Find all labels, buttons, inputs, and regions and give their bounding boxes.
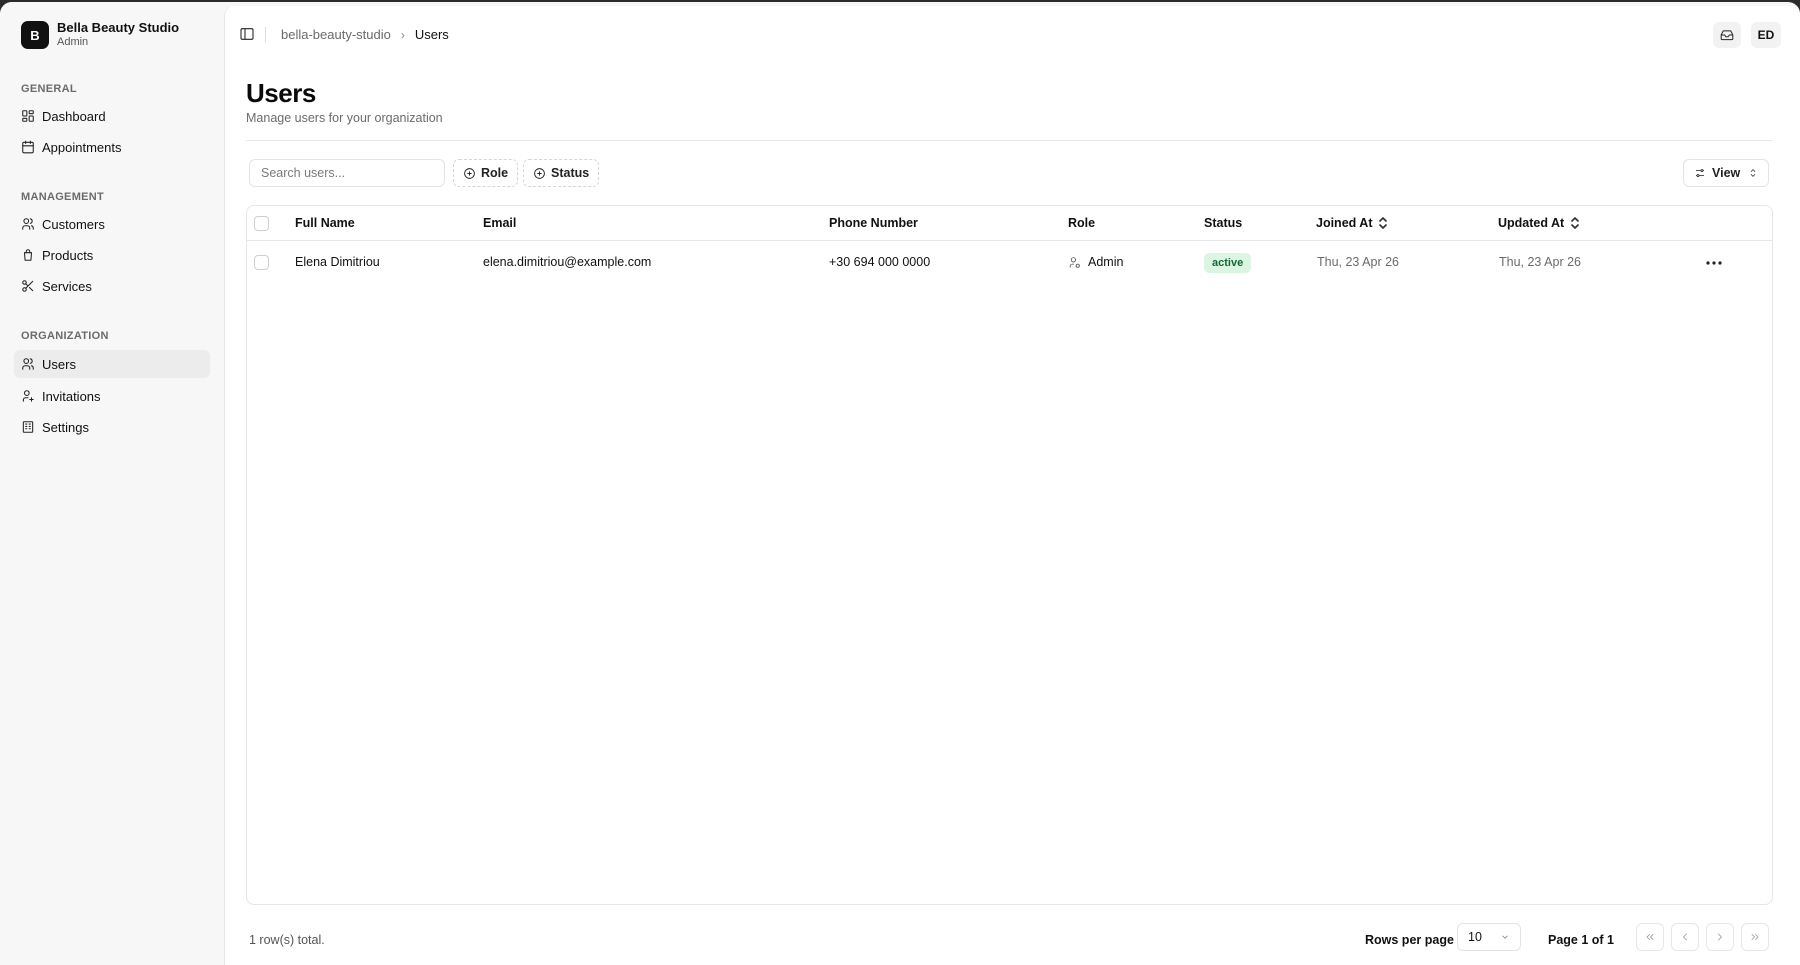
cell-email: elena.dimitriou@example.com	[483, 255, 652, 269]
table-header: Full Name Email Phone Number Role Status…	[247, 206, 1772, 241]
chevron-left-icon	[1683, 933, 1687, 941]
user-cog-icon	[1069, 256, 1080, 268]
inbox-button[interactable]	[1713, 22, 1741, 48]
sidebar-item-label: Customers	[42, 216, 105, 232]
breadcrumb-org-link[interactable]: bella-beauty-studio	[281, 27, 391, 42]
next-page-button[interactable]	[1706, 923, 1734, 951]
search-input[interactable]	[249, 159, 445, 187]
chevron-right-icon	[1718, 933, 1722, 941]
main-panel: bella-beauty-studio › Users ED Users Man…	[224, 6, 1800, 965]
cell-updated-at: Thu, 23 Apr 26	[1499, 255, 1582, 269]
topbar-divider	[265, 27, 266, 42]
sidebar-item-label: Invitations	[42, 388, 101, 404]
cell-joined-at: Thu, 23 Apr 26	[1317, 255, 1400, 269]
row-actions-button[interactable]	[1702, 252, 1726, 274]
row-count: 1 row(s) total.	[249, 933, 325, 947]
header-divider	[246, 140, 1772, 141]
plus-circle-icon	[534, 167, 545, 179]
user-avatar[interactable]: ED	[1751, 22, 1781, 48]
page-subtitle: Manage users for your organization	[246, 111, 443, 125]
first-page-button[interactable]	[1636, 923, 1664, 951]
sidebar-item-users[interactable]: Users	[14, 350, 210, 378]
select-all-checkbox[interactable]	[254, 216, 269, 231]
sidebar-item-settings[interactable]: Settings	[14, 413, 210, 441]
cell-role: Admin	[1068, 255, 1123, 269]
shopping-bag-icon	[21, 248, 35, 262]
sidebar-item-products[interactable]: Products	[14, 241, 210, 269]
sidebar-item-label: Services	[42, 278, 92, 294]
sidebar-item-appointments[interactable]: Appointments	[14, 133, 210, 161]
table-row[interactable]: Elena Dimitriou elena.dimitriou@example.…	[247, 242, 1772, 284]
chevron-down-icon	[1502, 935, 1508, 939]
rows-per-page-select[interactable]: 10	[1457, 923, 1521, 951]
sidebar-item-label: Products	[42, 247, 94, 263]
top-bar: bella-beauty-studio › Users ED	[225, 6, 1800, 66]
status-filter-button[interactable]: Status	[523, 159, 600, 187]
column-joined-at[interactable]: Joined At	[1316, 216, 1388, 230]
sidebar: B Bella Beauty Studio Admin GENERAL Dash…	[0, 2, 224, 965]
status-badge: active	[1204, 253, 1252, 273]
users-table: Full Name Email Phone Number Role Status…	[246, 205, 1773, 905]
view-options-label: View	[1712, 166, 1741, 180]
users-icon	[21, 217, 35, 231]
cell-role-label: Admin	[1088, 255, 1124, 269]
status-filter-label: Status	[551, 166, 590, 180]
sort-icon	[1570, 216, 1580, 230]
sidebar-item-customers[interactable]: Customers	[14, 210, 210, 238]
page-title: Users	[246, 78, 316, 108]
rows-per-page-value: 10	[1468, 930, 1482, 944]
scissors-icon	[21, 279, 35, 293]
cell-full-name: Elena Dimitriou	[295, 255, 380, 269]
last-page-button[interactable]	[1741, 923, 1769, 951]
user-plus-icon	[21, 389, 35, 403]
chevron-right-icon: ›	[400, 27, 405, 42]
chevrons-right-icon	[1751, 934, 1759, 940]
chevrons-up-down-icon	[1750, 169, 1756, 177]
role-filter-button[interactable]: Role	[453, 159, 519, 187]
sidebar-item-label: Dashboard	[42, 108, 106, 124]
org-role: Admin	[57, 36, 89, 48]
building-icon	[21, 420, 35, 434]
column-status: Status	[1204, 216, 1243, 230]
column-updated-at-label: Updated At	[1498, 216, 1565, 230]
view-options-button[interactable]: View	[1683, 159, 1769, 187]
calendar-icon	[21, 140, 35, 154]
nav-group-general: GENERAL	[21, 83, 77, 95]
more-horizontal-icon	[1706, 261, 1722, 265]
column-role: Role	[1068, 216, 1096, 230]
org-logo: B	[21, 21, 49, 49]
plus-circle-icon	[464, 167, 475, 179]
breadcrumb: bella-beauty-studio › Users	[281, 27, 449, 42]
rows-per-page-label: Rows per page	[1365, 933, 1454, 947]
sidebar-toggle-icon[interactable]	[239, 26, 255, 42]
row-checkbox[interactable]	[254, 255, 269, 270]
nav-group-organization: ORGANIZATION	[21, 330, 109, 342]
column-full-name: Full Name	[295, 216, 355, 230]
grid-icon	[21, 109, 35, 123]
inbox-icon	[1720, 30, 1734, 41]
column-email: Email	[483, 216, 517, 230]
app-window: B Bella Beauty Studio Admin GENERAL Dash…	[0, 2, 1800, 965]
column-joined-at-label: Joined At	[1316, 216, 1373, 230]
sidebar-item-dashboard[interactable]: Dashboard	[14, 102, 210, 130]
sidebar-item-label: Appointments	[42, 139, 122, 155]
sidebar-item-label: Settings	[42, 419, 89, 435]
sidebar-item-services[interactable]: Services	[14, 272, 210, 300]
sort-icon	[1378, 216, 1388, 230]
nav-group-management: MANAGEMENT	[21, 191, 105, 203]
cell-phone: +30 694 000 0000	[829, 255, 931, 269]
chevrons-left-icon	[1646, 934, 1654, 940]
sidebar-item-invitations[interactable]: Invitations	[14, 382, 210, 410]
sidebar-item-label: Users	[42, 356, 76, 372]
org-switcher[interactable]: B Bella Beauty Studio Admin	[21, 20, 179, 50]
column-updated-at[interactable]: Updated At	[1498, 216, 1580, 230]
sliders-icon	[1696, 169, 1704, 177]
org-name: Bella Beauty Studio	[57, 20, 180, 35]
breadcrumb-current: Users	[414, 27, 449, 42]
column-phone: Phone Number	[829, 216, 918, 230]
role-filter-label: Role	[481, 166, 509, 180]
previous-page-button[interactable]	[1671, 923, 1699, 951]
page-info: Page 1 of 1	[1548, 933, 1614, 947]
users-icon	[21, 357, 35, 371]
